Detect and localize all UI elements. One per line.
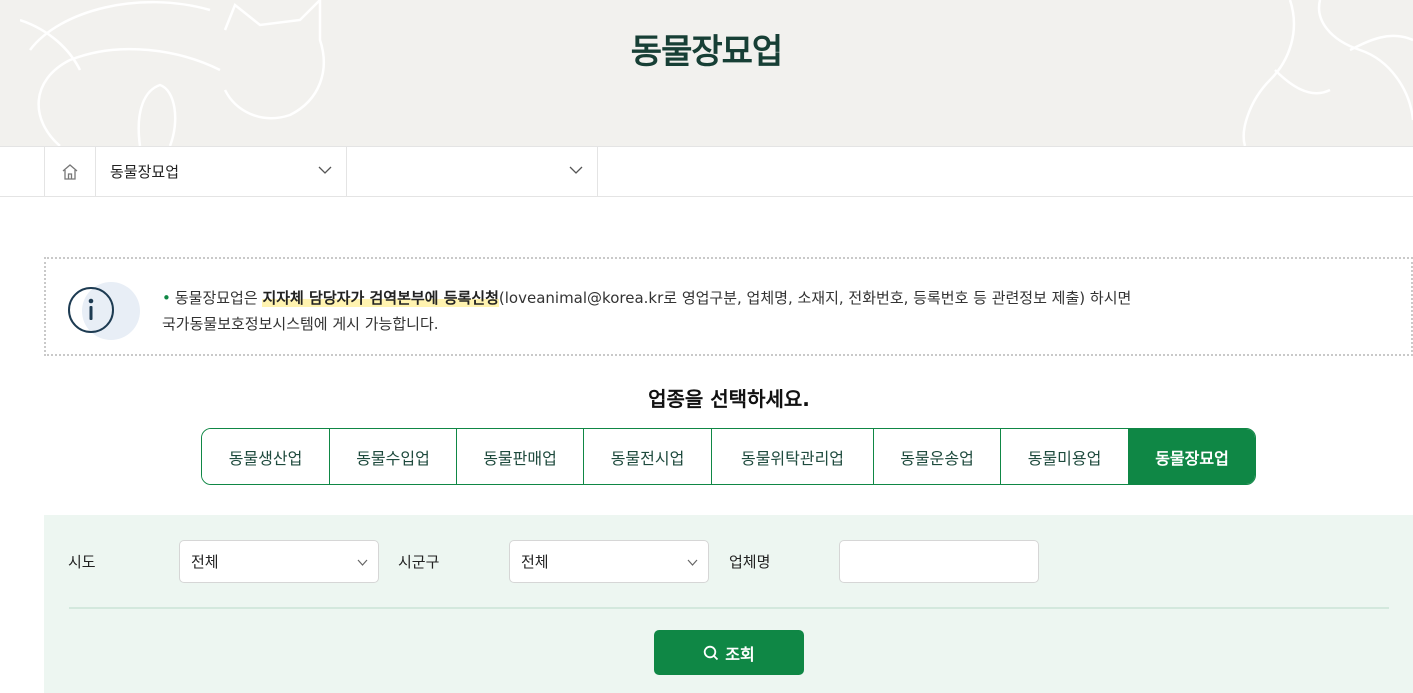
search-button[interactable]: 조회 (654, 630, 804, 675)
sigungu-select-value: 전체 (521, 553, 549, 571)
search-button-label: 조회 (725, 644, 755, 664)
tab-label: 동물미용업 (1027, 448, 1102, 468)
tab-animal-transport[interactable]: 동물운송업 (874, 429, 1001, 484)
tab-label: 동물수입업 (356, 448, 430, 468)
tab-label: 동물전시업 (610, 448, 685, 468)
notice-text-after: (loveanimal@korea.kr로 영업구분, 업체명, 소재지, 전화… (498, 289, 1132, 307)
home-icon (62, 163, 78, 180)
chevron-down-icon (687, 559, 698, 566)
chevron-down-icon (357, 559, 368, 566)
cat-outline-illustration (20, 0, 325, 146)
breadcrumb-select-1-label: 동물장묘업 (110, 163, 180, 181)
breadcrumb-home[interactable] (44, 147, 96, 196)
tab-animal-production[interactable]: 동물생산업 (202, 429, 330, 484)
tab-animal-grooming[interactable]: 동물미용업 (1001, 429, 1129, 484)
sido-select-value: 전체 (191, 553, 219, 571)
tab-label: 동물장묘업 (1155, 448, 1229, 468)
notice-highlight: 지자체 담당자가 검역본부에 등록신청 (262, 289, 499, 307)
notice-text-line2: 국가동물보호정보시스템에 게시 가능합니다. (162, 315, 439, 333)
search-icon (704, 645, 719, 660)
sigungu-label: 시군구 (398, 553, 440, 571)
breadcrumb: 동물장묘업 (0, 146, 1413, 197)
tab-animal-exhibition[interactable]: 동물전시업 (584, 429, 712, 484)
tab-label: 동물판매업 (483, 448, 557, 468)
bullet-dot: • (162, 289, 171, 307)
notice-text-before: 동물장묘업은 (174, 289, 263, 307)
company-name-input[interactable] (839, 540, 1039, 583)
info-icon (68, 287, 114, 333)
dog-outline-illustration (1242, 0, 1413, 146)
tab-animal-import[interactable]: 동물수입업 (330, 429, 457, 484)
tab-animal-boarding[interactable]: 동물위탁관리업 (712, 429, 874, 484)
tab-label: 동물생산업 (228, 448, 303, 468)
company-name-label: 업체명 (729, 553, 771, 571)
business-type-tabs: 동물생산업 동물수입업 동물판매업 동물전시업 동물위탁관리업 동물운송업 동물… (201, 428, 1256, 485)
panel-divider (69, 607, 1389, 609)
notice-box: • 동물장묘업은 지자체 담당자가 검역본부에 등록신청(loveanimal@k… (44, 257, 1413, 356)
notice-text: • 동물장묘업은 지자체 담당자가 검역본부에 등록신청(loveanimal@k… (162, 285, 1342, 337)
tab-label: 동물위탁관리업 (740, 448, 845, 468)
business-type-title: 업종을 선택하세요. (648, 387, 810, 411)
sido-label: 시도 (68, 553, 96, 571)
breadcrumb-select-2[interactable] (347, 147, 598, 196)
chevron-down-icon (318, 166, 332, 174)
sido-select[interactable]: 전체 (179, 540, 379, 583)
page-title: 동물장묘업 (630, 32, 783, 72)
tab-animal-sales[interactable]: 동물판매업 (457, 429, 584, 484)
search-panel: 시도 전체 시군구 전체 업체명 조회 (44, 515, 1413, 693)
breadcrumb-select-1[interactable]: 동물장묘업 (96, 147, 347, 196)
chevron-down-icon (569, 166, 583, 174)
tab-animal-funeral[interactable]: 동물장묘업 (1129, 429, 1255, 484)
page-header: 동물장묘업 (0, 0, 1413, 146)
sigungu-select[interactable]: 전체 (509, 540, 709, 583)
tab-label: 동물운송업 (900, 448, 974, 468)
